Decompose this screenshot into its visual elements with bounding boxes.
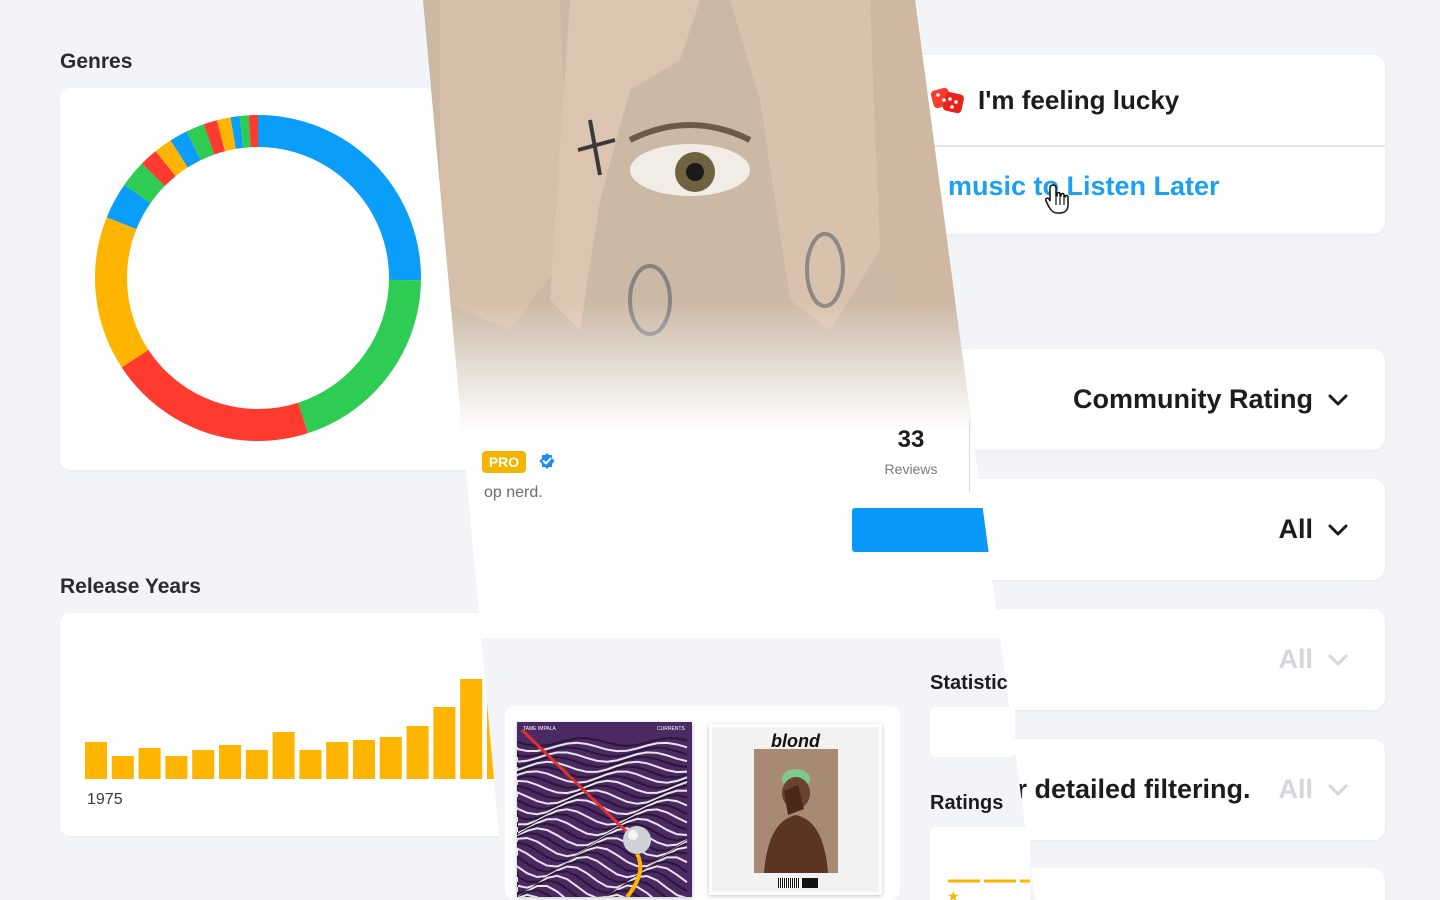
statistics-heading: Statistic	[930, 672, 1008, 694]
chevron-down-icon	[1328, 654, 1348, 665]
genre-slice[interactable]	[203, 120, 226, 155]
chevron-down-icon	[1328, 394, 1348, 405]
genres-donut-chart	[95, 115, 421, 441]
currents-cover-art: TAME IMPALA CURRENTS	[517, 722, 692, 897]
genre-slice[interactable]	[186, 124, 215, 161]
chevron-down-icon	[1328, 524, 1348, 535]
genre-slice[interactable]	[216, 117, 237, 152]
follow-button[interactable]	[852, 508, 1002, 552]
release-year-bar[interactable]	[299, 750, 322, 779]
feeling-lucky-label: I'm feeling lucky	[978, 84, 1180, 115]
genre-slice[interactable]	[230, 116, 244, 149]
reviews-label: Reviews	[884, 461, 938, 477]
release-year-start-label: 1975	[87, 791, 123, 808]
release-years-bar-chart	[85, 649, 530, 779]
release-year-bar[interactable]	[85, 742, 107, 779]
blond-cover-photo	[754, 749, 838, 873]
currents-title-text: CURRENTS	[657, 726, 685, 732]
genres-title: Genres	[60, 50, 133, 73]
album-cover-blond[interactable]: blond	[709, 724, 882, 895]
svg-text:★: ★	[947, 889, 960, 900]
release-years-title: Release Years	[60, 575, 201, 598]
ratings-heading: Ratings	[930, 792, 1004, 814]
detailed-filtering-hint: or detailed filtering.	[999, 774, 1251, 804]
filter-select-tertiary-value: All	[1278, 774, 1313, 804]
genre-slice[interactable]	[257, 115, 421, 281]
advisory-label-icon	[802, 878, 818, 888]
release-year-bar[interactable]	[272, 732, 295, 779]
reviews-count[interactable]: 33	[880, 426, 942, 454]
filter-select-secondary-value: All	[1278, 644, 1313, 674]
filter-select-primary-value: All	[1278, 514, 1313, 544]
genre-slice[interactable]	[239, 115, 251, 148]
release-year-bar[interactable]	[111, 756, 134, 779]
release-year-bar[interactable]	[245, 750, 268, 779]
release-year-bar[interactable]	[433, 707, 456, 779]
profile-bio: op nerd.	[484, 484, 543, 501]
ratings-mini-chart: ★	[947, 879, 1030, 900]
currents-artist-text: TAME IMPALA	[523, 726, 557, 732]
sort-select-value: Community Rating	[1073, 384, 1313, 414]
genre-slice[interactable]	[124, 163, 165, 204]
genre-slice[interactable]	[106, 184, 151, 230]
release-year-bar[interactable]	[460, 679, 483, 779]
release-year-bar[interactable]	[379, 737, 402, 779]
barcode-icon	[778, 878, 800, 888]
hand-cursor-icon	[1045, 184, 1069, 214]
genres-card	[60, 88, 480, 470]
album-cover-currents[interactable]: TAME IMPALA CURRENTS	[517, 722, 692, 897]
release-year-bar[interactable]	[326, 742, 349, 779]
listen-later-link[interactable]: music to Listen Later	[948, 171, 1220, 202]
release-year-bar[interactable]	[353, 740, 375, 779]
release-year-bar[interactable]	[165, 756, 188, 779]
ratings-card: ★	[930, 827, 1030, 900]
genre-slice[interactable]	[297, 279, 421, 434]
genre-slice[interactable]	[95, 217, 149, 368]
pro-badge: PRO	[482, 451, 526, 473]
genre-slice[interactable]	[121, 349, 308, 441]
genre-slice[interactable]	[170, 131, 201, 168]
dice-icon	[930, 87, 964, 114]
chevron-down-icon	[1328, 784, 1348, 795]
stat-divider	[969, 420, 970, 492]
quick-actions-card: I'm feeling lucky music to Listen Later	[900, 55, 1385, 234]
verified-badge-icon	[539, 453, 555, 469]
release-year-bar[interactable]	[192, 750, 215, 779]
release-year-bar[interactable]	[219, 745, 241, 779]
genre-slice[interactable]	[141, 151, 176, 187]
release-years-card: 1975	[60, 613, 530, 836]
statistics-card	[930, 707, 1015, 757]
release-year-bar[interactable]	[138, 748, 161, 779]
release-year-bar[interactable]	[406, 726, 429, 779]
feeling-lucky-button[interactable]: I'm feeling lucky	[900, 55, 1385, 145]
genre-slice[interactable]	[155, 140, 188, 177]
divider	[900, 145, 1385, 147]
